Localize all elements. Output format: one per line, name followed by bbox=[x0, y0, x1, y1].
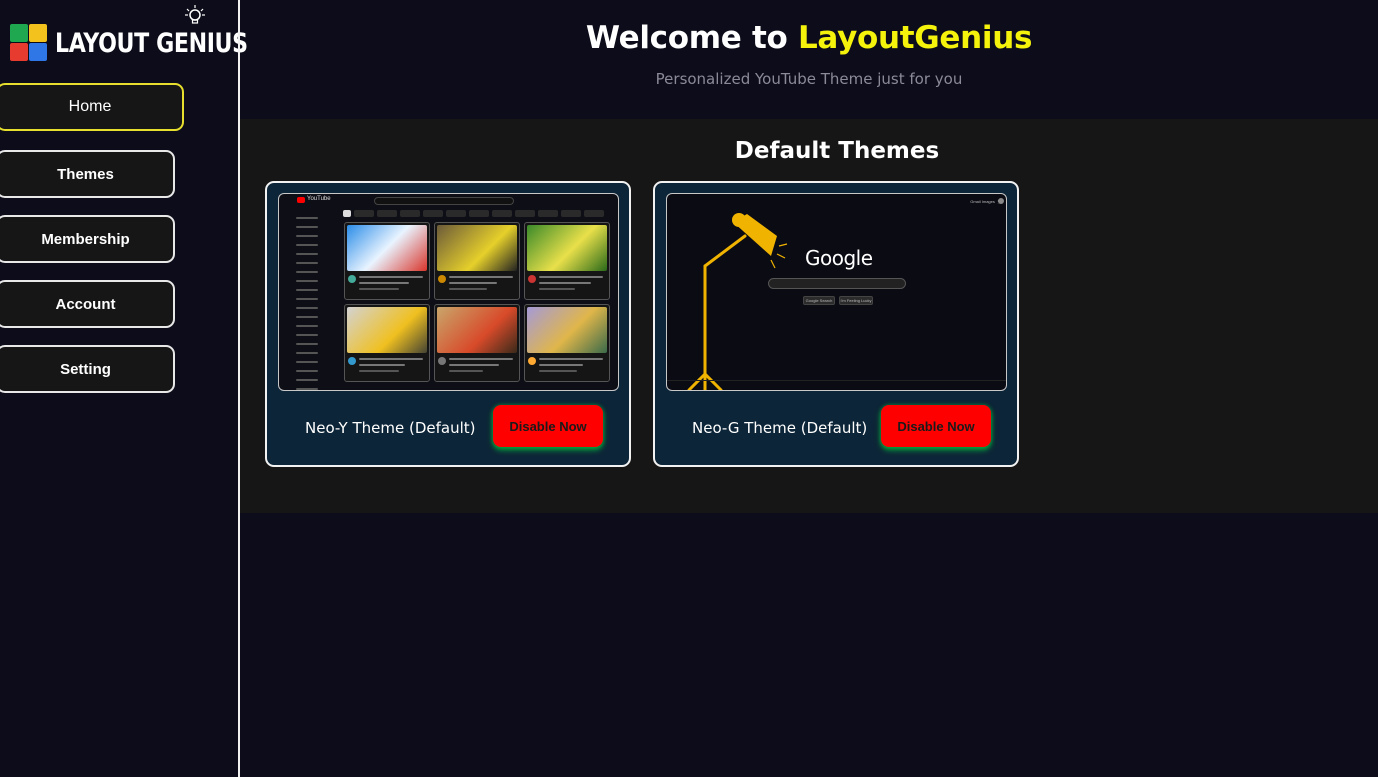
sidebar-item-home[interactable]: Home bbox=[0, 83, 184, 131]
google-search-button-preview: Google Search bbox=[803, 296, 835, 305]
sidebar-item-themes[interactable]: Themes bbox=[0, 150, 175, 198]
default-themes-section: Default Themes YouTube Neo-Y Theme (Defa… bbox=[240, 119, 1378, 513]
disable-now-button[interactable]: Disable Now bbox=[881, 405, 991, 447]
sidebar-item-setting[interactable]: Setting bbox=[0, 345, 175, 393]
sidebar: LAYOUT GENIUS Home Themes Membership Acc… bbox=[0, 0, 248, 777]
google-footer-preview bbox=[667, 380, 1006, 390]
theme-card-label: Neo-Y Theme (Default) bbox=[305, 419, 476, 437]
page-subtitle: Personalized YouTube Theme just for you bbox=[655, 70, 963, 88]
disable-now-button[interactable]: Disable Now bbox=[493, 405, 603, 447]
google-logo: Google bbox=[805, 246, 873, 270]
theme-card-label: Neo-G Theme (Default) bbox=[692, 419, 868, 437]
google-preview-image: Gmail Images ⋮ Google Google Search I'm … bbox=[666, 193, 1007, 391]
theme-card-neo-y: YouTube Neo-Y Theme (Default) Disable No… bbox=[265, 181, 631, 467]
section-title: Default Themes bbox=[734, 138, 940, 164]
theme-card-neo-g: Gmail Images ⋮ Google Google Search I'm … bbox=[653, 181, 1019, 467]
feeling-lucky-button-preview: I'm Feeling Lucky bbox=[839, 296, 873, 305]
google-search-bar-preview bbox=[768, 278, 906, 289]
desk-lamp-icon bbox=[687, 198, 1004, 390]
main-content: Welcome to LayoutGenius Personalized You… bbox=[240, 0, 1378, 777]
page-title: Welcome to LayoutGenius bbox=[240, 20, 1378, 56]
sidebar-item-membership[interactable]: Membership bbox=[0, 215, 175, 263]
puzzle-logo-icon bbox=[10, 24, 48, 62]
logo-text: LAYOUT GENIUS bbox=[55, 27, 248, 59]
youtube-preview-image: YouTube bbox=[278, 193, 619, 391]
welcome-prefix: Welcome to bbox=[585, 20, 788, 56]
brand-name: LayoutGenius bbox=[797, 20, 1033, 56]
lightbulb-icon bbox=[185, 5, 205, 24]
sidebar-item-account[interactable]: Account bbox=[0, 280, 175, 328]
google-top-links: Gmail Images ⋮ bbox=[970, 199, 1000, 204]
